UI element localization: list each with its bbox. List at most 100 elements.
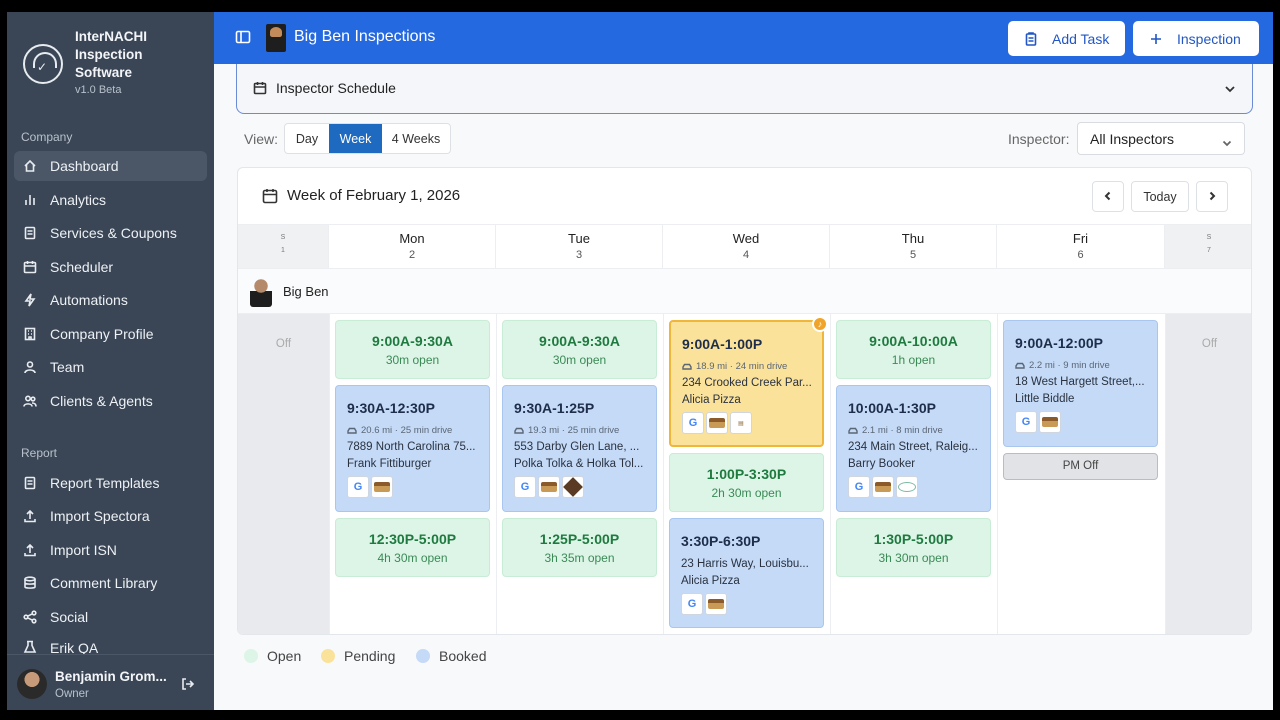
brand-version: v1.0 Beta: [75, 84, 122, 96]
inspection-label: Inspection: [1177, 30, 1241, 47]
open-slot[interactable]: 1:30P-5:00P 3h 30m open: [836, 518, 991, 577]
slot-time: 9:00A-9:30A: [539, 333, 620, 349]
week-calendar: Week of February 1, 2026 Today S 1 Mon 2…: [237, 167, 1252, 635]
sidebar-item-clients-agents[interactable]: Clients & Agents: [14, 386, 207, 416]
view-4weeks-button[interactable]: 4 Weeks: [382, 124, 450, 153]
calendar-icon: [23, 260, 37, 274]
booked-inspection[interactable]: 9:00A-12:00P 2.2 mi · 9 min drive 18 Wes…: [1003, 320, 1158, 447]
new-inspection-button[interactable]: Inspection: [1133, 21, 1259, 56]
drive-text: 20.6 mi · 25 min drive: [361, 425, 453, 436]
sidebar-toggle-icon[interactable]: [235, 29, 251, 45]
sidebar-item-social[interactable]: Social: [14, 602, 207, 632]
company-logo-icon: [705, 593, 727, 615]
open-slot[interactable]: 1:00P-3:30P 2h 30m open: [669, 453, 824, 512]
user-profile[interactable]: Benjamin Grom... Owner: [7, 654, 214, 710]
sidebar-item-label: Import ISN: [50, 542, 117, 558]
flask-icon: [23, 640, 37, 654]
slot-time: 9:00A-1:00P: [682, 336, 763, 352]
prev-week-button[interactable]: [1092, 181, 1124, 212]
sidebar-item-import-spectora[interactable]: Import Spectora: [14, 501, 207, 531]
slot-time: 3:30P-6:30P: [681, 533, 761, 549]
sidebar-item-label: Dashboard: [50, 158, 119, 174]
bar-chart-icon: [23, 193, 37, 207]
day-number: 4: [742, 249, 750, 261]
day-name: Wed: [732, 231, 760, 246]
booked-inspection[interactable]: 9:30A-12:30P 20.6 mi · 25 min drive 7889…: [335, 385, 490, 512]
logout-icon[interactable]: [181, 677, 195, 691]
google-icon: G: [848, 476, 870, 498]
open-slot[interactable]: 9:00A-9:30A 30m open: [502, 320, 657, 379]
day-name: S: [280, 234, 286, 241]
company-logo-icon: [371, 476, 393, 498]
day-number: 7: [1207, 247, 1211, 254]
slot-open-duration: 3h 35m open: [544, 551, 615, 565]
slot-open-duration: 4h 30m open: [377, 551, 448, 565]
agency-logo-icon: [896, 476, 918, 498]
chevron-right-icon: [1207, 190, 1217, 204]
day-name: Tue: [568, 231, 590, 246]
inspection-address: 7889 North Carolina 75...: [347, 441, 476, 453]
sidebar-item-dashboard[interactable]: Dashboard: [14, 151, 207, 181]
plus-icon: [1149, 32, 1163, 46]
open-slot[interactable]: 12:30P-5:00P 4h 30m open: [335, 518, 490, 577]
booked-inspection[interactable]: 9:30A-1:25P 19.3 mi · 25 min drive 553 D…: [502, 385, 657, 512]
slot-time: 1:30P-5:00P: [873, 531, 954, 547]
open-slot[interactable]: 9:00A-10:00A 1h open: [836, 320, 991, 379]
slot-time: 10:00A-1:30P: [848, 400, 936, 416]
sidebar-item-automations[interactable]: Automations: [14, 285, 207, 315]
sidebar-item-services-coupons[interactable]: Services & Coupons: [14, 218, 207, 248]
chevron-down-icon[interactable]: [1224, 82, 1236, 94]
upload-icon: [23, 509, 37, 523]
legend-pending: Pending: [321, 648, 395, 664]
booked-inspection[interactable]: 3:30P-6:30P 23 Harris Way, Louisbu... Al…: [669, 518, 824, 628]
inspection-address: 234 Crooked Creek Par...: [682, 377, 812, 389]
next-week-button[interactable]: [1196, 181, 1228, 212]
slot-time: 1:00P-3:30P: [706, 466, 787, 482]
view-switcher: Day Week 4 Weeks: [284, 123, 451, 154]
sidebar-item-comment-library[interactable]: Comment Library: [14, 568, 207, 598]
user-role: Owner: [55, 688, 89, 700]
view-day-button[interactable]: Day: [285, 124, 329, 153]
inspector-select[interactable]: All Inspectors: [1077, 122, 1245, 155]
day-header-fri: Fri 6: [996, 224, 1164, 269]
inspector-schedule-header[interactable]: Inspector Schedule: [236, 64, 1253, 114]
open-slot[interactable]: 9:00A-9:30A 30m open: [335, 320, 490, 379]
clipboard-icon: [1024, 31, 1038, 46]
sidebar-item-analytics[interactable]: Analytics: [14, 185, 207, 215]
company-logo: [266, 24, 286, 52]
chevron-left-icon: [1103, 190, 1113, 204]
pending-inspection[interactable]: 9:00A-1:00P 18.9 mi · 24 min drive 234 C…: [669, 316, 828, 447]
slot-open-duration: 2h 30m open: [711, 486, 782, 500]
sidebar-item-import-isn[interactable]: Import ISN: [14, 535, 207, 565]
sidebar-item-erik-qa[interactable]: Erik QA: [14, 635, 207, 654]
view-week-button[interactable]: Week: [329, 124, 382, 153]
slot-time: 9:30A-12:30P: [347, 400, 435, 416]
google-icon: G: [682, 412, 704, 434]
bell-icon[interactable]: ♪: [812, 316, 828, 332]
brand[interactable]: InterNACHI Inspection Software v1.0 Beta: [21, 28, 206, 100]
agency-logo-icon: [562, 476, 584, 498]
app-window: InterNACHI Inspection Software v1.0 Beta…: [7, 12, 1273, 710]
sidebar-item-company-profile[interactable]: Company Profile: [14, 319, 207, 349]
google-icon: G: [1015, 411, 1037, 433]
agent-logos: G: [1015, 411, 1063, 433]
sidebar: InterNACHI Inspection Software v1.0 Beta…: [7, 12, 214, 710]
slot-open-duration: 30m open: [385, 353, 440, 367]
inspection-address: 23 Harris Way, Louisbu...: [681, 558, 809, 570]
legend-swatch: [416, 649, 430, 663]
inspector-filter-label: Inspector:: [1008, 131, 1070, 147]
sidebar-item-report-templates[interactable]: Report Templates: [14, 468, 207, 498]
today-button[interactable]: Today: [1131, 181, 1189, 212]
pm-off-block[interactable]: PM Off: [1003, 453, 1158, 480]
add-task-button[interactable]: Add Task: [1008, 21, 1125, 56]
day-header-wed: Wed 4: [662, 224, 829, 269]
open-slot[interactable]: 1:25P-5:00P 3h 35m open: [502, 518, 657, 577]
day-name: S: [1206, 234, 1212, 241]
company-logo-icon: [538, 476, 560, 498]
company-logo-icon: [872, 476, 894, 498]
lightning-icon: [23, 293, 37, 307]
sidebar-item-team[interactable]: Team: [14, 352, 207, 382]
booked-inspection[interactable]: 10:00A-1:30P 2.1 mi · 8 min drive 234 Ma…: [836, 385, 991, 512]
sidebar-item-scheduler[interactable]: Scheduler: [14, 252, 207, 282]
car-icon: [848, 427, 858, 435]
